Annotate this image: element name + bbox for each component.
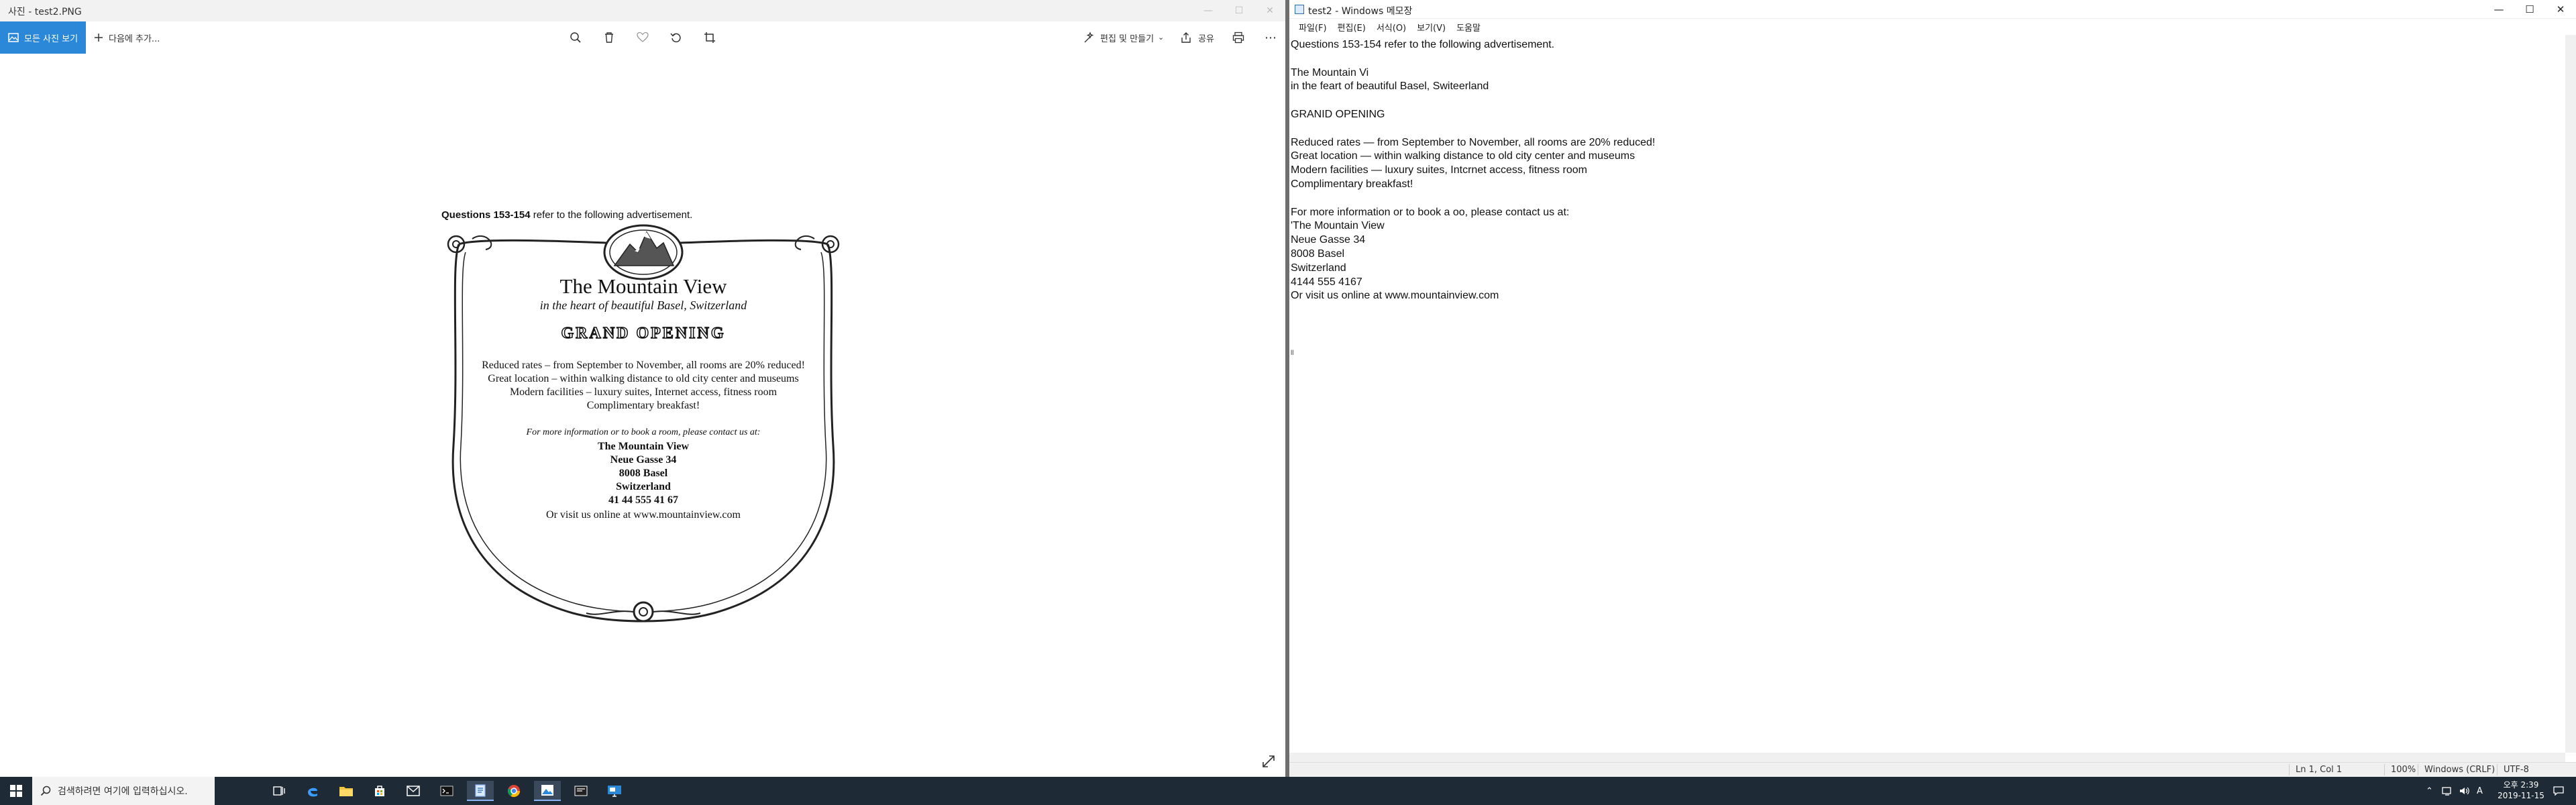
ad-address-name: The Mountain View (597, 441, 689, 452)
ad-address-street: Neue Gasse 34 (610, 454, 677, 466)
plus-icon (95, 34, 103, 42)
windows-logo-icon (10, 785, 22, 797)
clock-time: 오후 2:39 (2503, 780, 2539, 790)
store-icon[interactable] (366, 781, 393, 801)
taskbar: 검색하려면 여기에 입력하십시오. ⌃ A 오후 2:39 2019-11-15 (0, 777, 2576, 805)
edge-browser-icon[interactable] (299, 781, 326, 801)
photos-window-title: 사진 - test2.PNG (8, 7, 82, 17)
ad-website: Or visit us online at www.mountainview.c… (546, 509, 741, 521)
advertisement-image: Questions 153-154 refer to the following… (439, 204, 848, 632)
notepad-minimize-button[interactable]: — (2483, 0, 2514, 19)
add-to-button[interactable]: 다음에 추가... (94, 21, 160, 54)
tray-chevron-icon[interactable]: ⌃ (2426, 777, 2433, 805)
ad-contact-intro: For more information or to book a room, … (526, 427, 761, 437)
notepad-text-area[interactable]: Questions 153-154 refer to the following… (1289, 35, 2565, 753)
ime-indicator[interactable]: A (2477, 777, 2483, 805)
chrome-icon[interactable] (500, 781, 527, 801)
volume-icon[interactable] (2459, 777, 2470, 805)
mail-icon[interactable] (400, 781, 427, 801)
menu-format[interactable]: 서식(O) (1371, 21, 1411, 34)
network-icon[interactable] (2442, 777, 2453, 805)
ad-hotel-name: The Mountain View (559, 274, 727, 298)
ad-question-line: Questions 153-154 refer to the following… (441, 209, 692, 221)
notepad-close-button[interactable]: ✕ (2545, 0, 2576, 19)
photos-title-bar[interactable]: 사진 - test2.PNG — ☐ ✕ (0, 0, 1285, 21)
print-icon[interactable] (1230, 30, 1246, 46)
photos-minimize-button[interactable]: — (1193, 0, 1224, 21)
more-icon[interactable]: ⋯ (1263, 30, 1279, 46)
status-separator (2384, 764, 2385, 775)
ad-tagline: in the heart of beautiful Basel, Switzer… (539, 299, 747, 312)
ad-question-text: refer to the following advertisement. (530, 209, 693, 221)
taskbar-clock[interactable]: 오후 2:39 2019-11-15 (2494, 780, 2548, 801)
notepad-content: Questions 153-154 refer to the following… (1291, 39, 1656, 302)
share-label[interactable]: 공유 (1198, 32, 1214, 44)
ad-phone: 41 44 555 41 67 (608, 494, 678, 506)
notepad-window: test2 - Windows 메모장 — ☐ ✕ 파일(F) 편집(E) 서식… (1289, 0, 2576, 777)
zoom-icon[interactable] (568, 30, 584, 46)
ad-line-facilities: Modern facilities – luxury suites, Inter… (509, 386, 777, 398)
menu-help[interactable]: 도움말 (1451, 21, 1486, 34)
status-separator (2497, 764, 2498, 775)
status-encoding: UTF-8 (2504, 765, 2529, 775)
share-icon[interactable] (1178, 30, 1194, 46)
edit-create-label[interactable]: 편집 및 만들기 (1100, 32, 1154, 44)
notepad-status-bar: Ln 1, Col 1 100% Windows (CRLF) UTF-8 (1289, 762, 2576, 777)
ad-address-country: Switzerland (616, 481, 671, 492)
search-icon (40, 786, 51, 796)
rotate-icon[interactable] (668, 30, 684, 46)
file-explorer-icon[interactable] (333, 781, 360, 801)
add-to-label: 다음에 추가... (109, 34, 160, 44)
search-placeholder: 검색하려면 여기에 입력하십시오. (58, 786, 188, 797)
photos-maximize-button[interactable]: ☐ (1224, 0, 1254, 21)
menu-view[interactable]: 보기(V) (1411, 21, 1451, 34)
notepad-menu-bar: 파일(F) 편집(E) 서식(O) 보기(V) 도움말 (1289, 19, 2576, 35)
delete-icon[interactable] (601, 30, 617, 46)
notepad-taskbar-icon[interactable] (467, 781, 494, 801)
photo-viewer: Questions 153-154 refer to the following… (0, 54, 1285, 777)
terminal-icon[interactable] (433, 781, 460, 801)
chevron-down-icon[interactable]: ⌄ (1158, 33, 1164, 42)
remote-desktop-icon[interactable] (601, 781, 628, 801)
console-app-icon[interactable] (568, 781, 594, 801)
notepad-horizontal-scrollbar[interactable] (1289, 753, 2565, 762)
photos-taskbar-icon[interactable] (534, 781, 561, 801)
all-photos-button[interactable]: 모든 사진 보기 (0, 21, 86, 54)
fullscreen-icon[interactable] (1261, 754, 1276, 769)
ad-address-city: 8008 Basel (619, 468, 668, 479)
menu-edit[interactable]: 편집(E) (1332, 21, 1371, 34)
notepad-vertical-scrollbar[interactable] (2565, 35, 2576, 753)
taskbar-search-box[interactable]: 검색하려면 여기에 입력하십시오. (32, 777, 215, 805)
start-button[interactable] (0, 777, 32, 805)
notepad-window-title: test2 - Windows 메모장 (1308, 6, 1413, 17)
status-cursor-position: Ln 1, Col 1 (2296, 765, 2343, 775)
ad-line-breakfast: Complimentary breakfast! (586, 400, 700, 411)
status-line-ending: Windows (CRLF) (2424, 765, 2496, 775)
ad-line-location: Great location – within walking distance… (488, 373, 799, 384)
status-zoom: 100% (2391, 765, 2416, 775)
notification-icon[interactable] (2553, 777, 2564, 805)
notepad-app-icon (1295, 5, 1304, 14)
clock-date: 2019-11-15 (2498, 791, 2544, 800)
photos-close-button[interactable]: ✕ (1254, 0, 1285, 21)
notepad-trailing-text: ll (1291, 349, 1294, 357)
gallery-icon (8, 33, 19, 42)
ad-question-number: Questions 153-154 (441, 209, 531, 221)
all-photos-label: 모든 사진 보기 (24, 34, 78, 44)
notepad-maximize-button[interactable]: ☐ (2514, 0, 2545, 19)
photos-toolbar: 모든 사진 보기 다음에 추가... 편집 및 만들기 ⌄ 공유 ⋯ (0, 21, 1285, 54)
ad-headline: GRAND OPENING (561, 324, 726, 343)
status-separator (2289, 764, 2290, 775)
heart-icon[interactable] (635, 30, 651, 46)
ad-line-rates: Reduced rates – from September to Novemb… (482, 360, 805, 371)
photos-window: 사진 - test2.PNG — ☐ ✕ 모든 사진 보기 다음에 추가... (0, 0, 1285, 777)
menu-file[interactable]: 파일(F) (1293, 21, 1332, 34)
notepad-title-bar[interactable]: test2 - Windows 메모장 — ☐ ✕ (1289, 0, 2576, 19)
task-view-icon[interactable] (266, 781, 292, 801)
edit-create-icon[interactable] (1081, 30, 1097, 46)
crop-icon[interactable] (702, 30, 718, 46)
